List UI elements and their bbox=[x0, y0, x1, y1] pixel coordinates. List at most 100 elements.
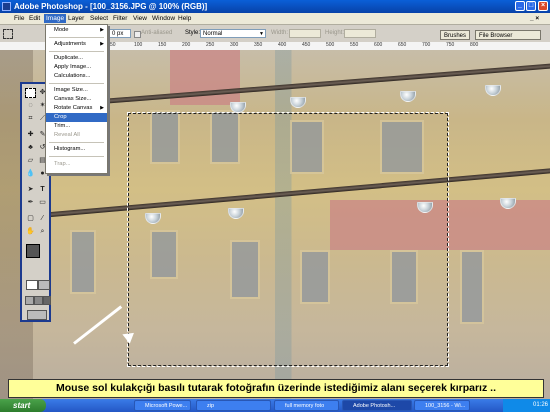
hand-tool-icon[interactable]: ✋ bbox=[25, 227, 36, 237]
taskbar: start Microsoft Powe... zip full memory … bbox=[0, 399, 550, 412]
height-input[interactable] bbox=[344, 29, 376, 38]
menu-item-mode[interactable]: Mode ▶ bbox=[46, 26, 107, 35]
blur-tool-icon[interactable]: 💧 bbox=[25, 169, 36, 179]
menu-item-reveal-all[interactable]: Reveal All bbox=[46, 131, 107, 140]
menu-edit[interactable]: Edit bbox=[27, 14, 42, 23]
menu-item-trap[interactable]: Trap... bbox=[46, 160, 107, 169]
chevron-down-icon: ▼ bbox=[259, 31, 264, 37]
screen-mode-icon[interactable] bbox=[34, 296, 43, 305]
ruler-tick: 600 bbox=[374, 42, 383, 48]
menu-select[interactable]: Select bbox=[88, 14, 110, 23]
menu-file[interactable]: File bbox=[12, 14, 26, 23]
menu-item-adjustments[interactable]: Adjustments ▶ bbox=[46, 40, 107, 49]
water-drop bbox=[400, 91, 416, 102]
menu-filter[interactable]: Filter bbox=[111, 14, 129, 23]
ruler-tick: 50 bbox=[110, 42, 116, 48]
quick-mask-icon[interactable] bbox=[38, 280, 50, 290]
clone-stamp-icon[interactable]: ♣ bbox=[25, 143, 36, 153]
menu-item-rotate-canvas[interactable]: Rotate Canvas ▶ bbox=[46, 104, 107, 113]
antialiased-checkbox[interactable] bbox=[134, 31, 141, 38]
menu-item-label: Rotate Canvas bbox=[54, 105, 93, 111]
path-select-icon[interactable]: ➤ bbox=[25, 185, 36, 195]
healing-brush-icon[interactable]: ✚ bbox=[25, 130, 36, 140]
selection-marquee[interactable] bbox=[127, 112, 449, 367]
title-bar: Adobe Photoshop - [100_3156.JPG @ 100% (… bbox=[0, 0, 550, 13]
ruler-tick: 100 bbox=[134, 42, 143, 48]
taskbar-button-folder[interactable]: full memory foto bbox=[274, 400, 339, 411]
ruler-tick: 350 bbox=[254, 42, 263, 48]
menu-separator bbox=[49, 51, 104, 52]
zoom-tool-icon[interactable]: ⌕ bbox=[37, 227, 48, 237]
taskbar-button-zip[interactable]: zip bbox=[196, 400, 271, 411]
menu-help[interactable]: Help bbox=[176, 14, 193, 23]
ruler-tick: 500 bbox=[326, 42, 335, 48]
maximize-button[interactable]: □ bbox=[526, 1, 536, 11]
menu-separator bbox=[49, 156, 104, 157]
type-tool-icon[interactable]: T bbox=[37, 185, 48, 195]
image-menu-dropdown: Mode ▶ Adjustments ▶ Duplicate... Apply Im… bbox=[45, 24, 108, 174]
menu-item-crop[interactable]: Crop bbox=[46, 113, 107, 122]
clock: 01:26 bbox=[532, 402, 548, 408]
menu-item-canvas-size[interactable]: Canvas Size... bbox=[46, 95, 107, 104]
menu-item-calculations[interactable]: Calculations... bbox=[46, 72, 107, 81]
jump-to-imageready-icon[interactable] bbox=[27, 310, 47, 320]
menu-item-label: Adjustments bbox=[54, 41, 86, 47]
menu-separator bbox=[49, 83, 104, 84]
taskbar-button-photoshop[interactable]: Adobe Photosh... bbox=[342, 400, 412, 411]
ruler-tick: 250 bbox=[206, 42, 215, 48]
menu-item-trim[interactable]: Trim... bbox=[46, 122, 107, 131]
doc-minimize-icon[interactable]: _ × bbox=[528, 14, 541, 23]
menu-window[interactable]: Window bbox=[150, 14, 177, 23]
standard-mode-icon[interactable] bbox=[26, 280, 38, 290]
system-tray: 01:26 bbox=[503, 399, 550, 412]
notes-tool-icon[interactable]: ▢ bbox=[25, 214, 36, 224]
foreground-color-swatch[interactable] bbox=[26, 244, 40, 258]
ruler-tick: 400 bbox=[278, 42, 287, 48]
eyedropper-icon[interactable]: ⁄ bbox=[37, 214, 48, 224]
menu-item-duplicate[interactable]: Duplicate... bbox=[46, 54, 107, 63]
menu-item-label: Mode bbox=[54, 27, 69, 33]
close-button[interactable]: × bbox=[538, 1, 548, 11]
eraser-tool-icon[interactable]: ▱ bbox=[25, 156, 36, 166]
menu-item-image-size[interactable]: Image Size... bbox=[46, 86, 107, 95]
pen-tool-icon[interactable]: ✒ bbox=[25, 198, 36, 208]
menu-separator bbox=[49, 142, 104, 143]
screen-mode-icon[interactable] bbox=[43, 296, 51, 305]
ruler-tick: 150 bbox=[158, 42, 167, 48]
submenu-arrow-icon: ▶ bbox=[100, 27, 104, 33]
tab-file-browser[interactable]: File Browser bbox=[475, 30, 541, 40]
feather-input[interactable]: 0 px bbox=[109, 29, 131, 38]
building-window bbox=[70, 230, 96, 294]
ruler-tick: 800 bbox=[470, 42, 479, 48]
screen-mode-icon[interactable] bbox=[25, 296, 34, 305]
menu-item-apply-image[interactable]: Apply Image... bbox=[46, 63, 107, 72]
photoshop-app-icon bbox=[2, 2, 11, 11]
water-drop bbox=[290, 97, 306, 108]
lasso-tool-icon[interactable]: ◌ bbox=[25, 101, 36, 111]
start-button[interactable]: start bbox=[0, 399, 46, 412]
shape-tool-icon[interactable]: ▭ bbox=[37, 198, 48, 208]
menu-view[interactable]: View bbox=[131, 14, 149, 23]
menu-separator bbox=[49, 37, 104, 38]
window-title: Adobe Photoshop - [100_3156.JPG @ 100% (… bbox=[14, 2, 208, 11]
taskbar-button-image-viewer[interactable]: 100_3156 - Wi... bbox=[414, 400, 470, 411]
menu-image[interactable]: Image bbox=[44, 14, 67, 23]
taskbar-button-powerpoint[interactable]: Microsoft Powe... bbox=[134, 400, 191, 411]
ruler-tick: 200 bbox=[182, 42, 191, 48]
minimize-button[interactable]: _ bbox=[515, 1, 525, 11]
building-window bbox=[460, 250, 484, 324]
tab-brushes[interactable]: Brushes bbox=[440, 30, 471, 40]
menu-layer[interactable]: Layer bbox=[66, 14, 86, 23]
crop-tool-icon[interactable]: ⌗ bbox=[25, 114, 36, 124]
antialiased-label: Anti-aliased bbox=[141, 30, 173, 36]
menu-item-histogram[interactable]: Histogram... bbox=[46, 145, 107, 154]
rect-marquee-tool-icon[interactable] bbox=[25, 88, 36, 98]
style-select[interactable]: Normal ▼ bbox=[200, 29, 266, 38]
width-input[interactable] bbox=[289, 29, 321, 38]
ruler-tick: 650 bbox=[398, 42, 407, 48]
start-label: start bbox=[13, 401, 31, 410]
water-drop bbox=[485, 85, 501, 96]
ruler-tick: 750 bbox=[446, 42, 455, 48]
height-label: Height: bbox=[325, 30, 345, 36]
ruler-tick: 450 bbox=[302, 42, 311, 48]
